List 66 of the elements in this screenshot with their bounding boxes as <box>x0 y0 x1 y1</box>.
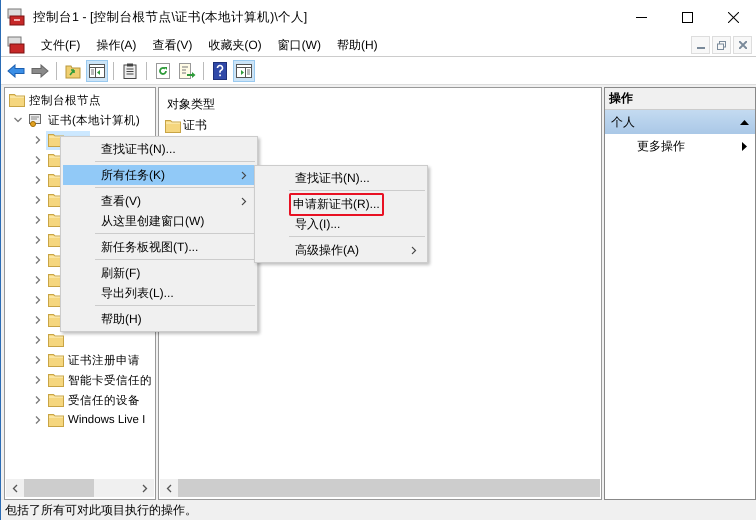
menu-bar-item[interactable]: 帮助(H) <box>328 36 386 54</box>
menu-bar-item[interactable]: 操作(A) <box>88 36 144 54</box>
tree-item[interactable]: 智能卡受信任的 <box>46 370 154 390</box>
window-title: 控制台1 - [控制台根节点\证书(本地计算机)\个人] <box>33 8 308 26</box>
menu-item[interactable]: 查找证书(N)... <box>63 139 255 159</box>
minimize-button[interactable] <box>691 36 710 54</box>
actions-section[interactable]: 个人 <box>605 110 755 134</box>
folder-icon <box>48 413 64 427</box>
refresh-icon <box>155 62 171 78</box>
clipboard-icon <box>123 62 137 78</box>
menu-item[interactable]: 从这里创建窗口(W) <box>63 211 255 231</box>
back-arrow-icon <box>7 64 25 78</box>
pane-icon <box>89 64 105 78</box>
column-header: 对象类型 <box>166 96 216 113</box>
chevron-down-icon[interactable] <box>13 115 23 125</box>
status-text: 包括了所有可对此项目执行的操作。 <box>4 502 198 518</box>
menu-item[interactable]: 导入(I)... <box>257 214 425 234</box>
submenu-arrow-icon <box>742 142 747 150</box>
folder-icon <box>48 393 64 407</box>
horizontal-scrollbar[interactable] <box>160 479 600 497</box>
pane-icon <box>236 64 252 78</box>
tree-item[interactable]: 证书(本地计算机) <box>26 110 142 130</box>
toolbar-button[interactable] <box>233 60 255 82</box>
folder-icon <box>48 353 64 367</box>
scroll-right-icon[interactable] <box>142 484 148 492</box>
export-list-icon <box>178 62 196 78</box>
list-item[interactable]: 证书 <box>183 117 207 134</box>
folder-icon <box>9 93 25 107</box>
close-icon <box>738 41 746 49</box>
tree-item[interactable]: 控制台根节点 <box>7 90 103 110</box>
toolbox-icon <box>7 8 25 26</box>
folder-icon <box>165 118 181 132</box>
menu-bar-item[interactable]: 查看(V) <box>144 36 200 54</box>
restore-button[interactable] <box>712 36 731 54</box>
toolbox-icon <box>7 36 25 54</box>
menu-item[interactable]: 高级操作(A) <box>257 240 425 260</box>
scroll-left-icon[interactable] <box>12 484 18 492</box>
close-icon <box>728 12 738 22</box>
actions-header: 操作 <box>605 88 755 110</box>
menu-bar-item[interactable]: 窗口(W) <box>270 36 329 54</box>
tree-item[interactable]: 受信任的设备 <box>46 390 142 410</box>
folder-icon <box>48 333 64 347</box>
menu-item[interactable]: 查找证书(N)... <box>257 168 425 188</box>
scroll-left-icon[interactable] <box>166 484 172 492</box>
toolbar-button[interactable] <box>86 60 108 82</box>
menu-item[interactable]: 帮助(H) <box>63 309 255 329</box>
menu-item[interactable]: 新任务板视图(T)... <box>63 237 255 257</box>
action-item[interactable]: 更多操作 <box>605 134 755 158</box>
horizontal-scrollbar[interactable] <box>6 479 154 497</box>
menu-item[interactable]: 导出列表(L)... <box>63 283 255 303</box>
tree-item[interactable]: Windows Live I <box>46 410 148 430</box>
menu-item[interactable]: 刷新(F) <box>63 263 255 283</box>
menu-bar-item[interactable]: 收藏夹(O) <box>200 36 270 54</box>
certificate-store-icon <box>28 112 44 128</box>
collapse-icon <box>740 120 749 124</box>
help-icon <box>213 62 227 80</box>
menu-item[interactable]: 查看(V) <box>63 191 255 211</box>
folder-up-icon <box>65 62 81 78</box>
forward-arrow-icon <box>31 64 49 78</box>
close-button[interactable] <box>733 36 752 54</box>
menu-item[interactable]: 所有任务(K) <box>63 165 255 185</box>
tree-item[interactable]: 证书注册申请 <box>46 350 142 370</box>
menu-bar-item[interactable]: 文件(F) <box>33 36 88 54</box>
folder-icon <box>48 373 64 387</box>
restore-icon <box>717 40 726 50</box>
maximize-icon <box>682 12 692 22</box>
